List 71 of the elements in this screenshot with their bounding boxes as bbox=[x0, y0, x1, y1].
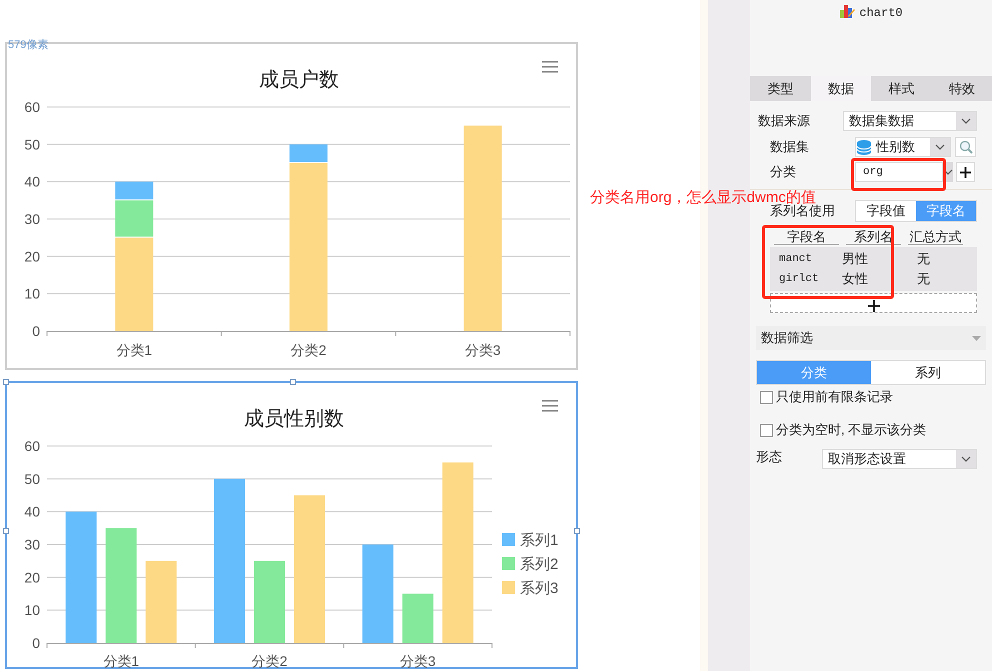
resize-handle[interactable] bbox=[3, 379, 9, 385]
axis-label: 50 bbox=[24, 136, 40, 152]
add-row-button[interactable] bbox=[770, 293, 977, 313]
column-header: 汇总方式 bbox=[908, 230, 963, 245]
resize-handle[interactable] bbox=[574, 528, 580, 534]
axis-label: 分类3 bbox=[464, 342, 501, 358]
resize-handle[interactable] bbox=[290, 379, 296, 385]
axis-label: 50 bbox=[24, 470, 40, 487]
axis-label: 30 bbox=[24, 536, 40, 552]
axis-label: 20 bbox=[24, 569, 40, 586]
legend-label: 系列3 bbox=[520, 580, 558, 597]
add-button[interactable] bbox=[956, 162, 975, 182]
checkbox[interactable] bbox=[760, 424, 773, 436]
field-label: 数据来源 bbox=[757, 112, 811, 130]
axis-label: 60 bbox=[24, 99, 40, 115]
chart-panel[interactable]: 成员性别数 0 10 20 30 40 50 60 分类1 分类2 分类3 系列1 系列2 系列3 bbox=[5, 381, 578, 669]
axis-label: 20 bbox=[24, 248, 40, 264]
field-label: 数据集 bbox=[769, 138, 810, 156]
chevron-icon bbox=[961, 118, 971, 124]
plus-icon bbox=[960, 166, 971, 178]
section-header[interactable]: 数据筛选 bbox=[756, 326, 986, 350]
chart-title: 成员性别数 bbox=[244, 408, 344, 430]
axis-label: 10 bbox=[24, 602, 40, 618]
axis-label: 分类2 bbox=[290, 342, 326, 358]
axis-label: 10 bbox=[24, 286, 40, 302]
table-cell-text: 女性 bbox=[841, 270, 869, 288]
checkbox[interactable] bbox=[760, 390, 773, 404]
axis-label: 分类2 bbox=[252, 653, 288, 669]
axis-label: 0 bbox=[32, 635, 40, 651]
plus-icon bbox=[868, 300, 880, 312]
form-select[interactable]: 取消形态设置 bbox=[822, 449, 977, 469]
chart-name: chart0 bbox=[859, 5, 903, 22]
search-button[interactable] bbox=[955, 137, 976, 157]
search-icon bbox=[958, 140, 972, 154]
size-label: 579像素 bbox=[8, 40, 48, 51]
chevron-icon bbox=[961, 456, 971, 462]
table-cell-text: 男性 bbox=[841, 250, 869, 268]
table-cell-text: manct bbox=[778, 252, 814, 267]
chart-title: 成员户数 bbox=[259, 69, 339, 91]
table-cell-text: 无 bbox=[916, 270, 931, 288]
axis-label: 0 bbox=[32, 323, 40, 339]
axis-label: 30 bbox=[24, 211, 40, 227]
checkbox-label: 只使用前有限条记录 bbox=[776, 388, 893, 406]
chevron-icon bbox=[943, 169, 953, 175]
database-icon bbox=[857, 140, 871, 154]
chart-icon bbox=[839, 3, 856, 19]
axis-label: 40 bbox=[24, 174, 40, 190]
table-cell-text: 无 bbox=[916, 250, 931, 268]
chevron-icon bbox=[935, 144, 945, 150]
menu-icon[interactable] bbox=[542, 400, 558, 412]
checkbox-label: 分类为空时, 不显示该分类 bbox=[776, 421, 926, 440]
category-input[interactable]: org bbox=[855, 162, 943, 182]
dropdown-triangle-icon bbox=[972, 336, 981, 340]
menu-icon[interactable] bbox=[542, 61, 558, 73]
legend-label: 系列2 bbox=[520, 556, 558, 573]
field-label: 系列名使用 bbox=[769, 203, 836, 220]
column-header: 字段名 bbox=[774, 230, 839, 245]
axis-label: 分类1 bbox=[103, 653, 140, 669]
axis-label: 分类1 bbox=[116, 342, 152, 358]
axis-label: 分类3 bbox=[400, 653, 436, 669]
legend-label: 系列1 bbox=[520, 532, 558, 549]
axis-label: 60 bbox=[24, 438, 40, 454]
tab[interactable]: 数据 bbox=[810, 76, 871, 101]
field-label: 分类 bbox=[769, 163, 797, 182]
column-header: 系列名 bbox=[846, 230, 901, 245]
data-source-select[interactable]: 数据集数据 bbox=[843, 111, 977, 131]
field-label: 形态 bbox=[756, 448, 783, 466]
table-cell-text: girlct bbox=[778, 272, 820, 287]
resize-handle[interactable] bbox=[3, 528, 9, 534]
axis-label: 40 bbox=[24, 504, 40, 520]
dataset-select[interactable]: 性别数 bbox=[855, 137, 951, 157]
